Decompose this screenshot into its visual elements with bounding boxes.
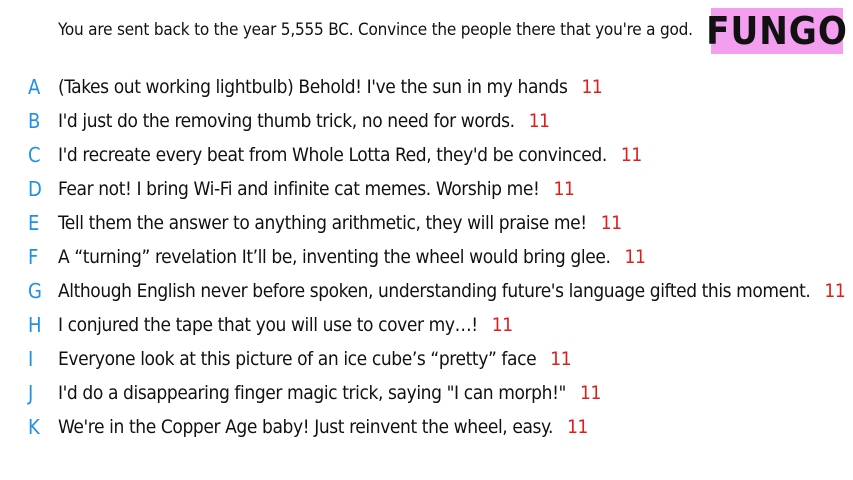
answer-letter: I xyxy=(28,347,34,371)
answer-text: Although English never before spoken, un… xyxy=(58,280,846,302)
answer-letter: E xyxy=(28,211,40,235)
answer-score: 11 xyxy=(624,246,646,268)
answer-letter: J xyxy=(28,381,34,405)
answer-letter: C xyxy=(28,143,41,167)
answer-text: I conjured the tape that you will use to… xyxy=(58,314,513,336)
answer-score: 11 xyxy=(528,110,550,132)
answer-text: We're in the Copper Age baby! Just reinv… xyxy=(58,416,589,438)
answer-letter: F xyxy=(28,245,39,269)
answer-text: I'd do a disappearing finger magic trick… xyxy=(58,382,601,404)
answer-text: I'd just do the removing thumb trick, no… xyxy=(58,110,550,132)
answer-text: A “turning” revelation It’ll be, inventi… xyxy=(58,246,646,268)
answer-score: 11 xyxy=(579,382,601,404)
answer-letter: G xyxy=(28,279,42,303)
question-prompt: You are sent back to the year 5,555 BC. … xyxy=(58,20,693,40)
answer-letter: D xyxy=(28,177,42,201)
answer-text: (Takes out working lightbulb) Behold! I'… xyxy=(58,76,603,98)
answer-letter: K xyxy=(28,415,40,439)
answer-text: Everyone look at this picture of an ice … xyxy=(58,348,572,370)
answer-score: 11 xyxy=(620,144,642,166)
answer-letter: B xyxy=(28,109,41,133)
answer-text: I'd recreate every beat from Whole Lotta… xyxy=(58,144,642,166)
answer-text: Fear not! I bring Wi-Fi and infinite cat… xyxy=(58,178,575,200)
answer-score: 11 xyxy=(491,314,513,336)
answer-score: 11 xyxy=(600,212,622,234)
answer-letter: A xyxy=(28,75,41,99)
answer-score: 11 xyxy=(581,76,603,98)
answer-score: 11 xyxy=(550,348,572,370)
answer-score: 11 xyxy=(553,178,575,200)
answer-text: Tell them the answer to anything arithme… xyxy=(58,212,622,234)
player-name-badge: FUNGO xyxy=(706,8,848,54)
answer-score: 11 xyxy=(824,280,846,302)
answer-score: 11 xyxy=(567,416,589,438)
answer-letter: H xyxy=(28,313,42,337)
